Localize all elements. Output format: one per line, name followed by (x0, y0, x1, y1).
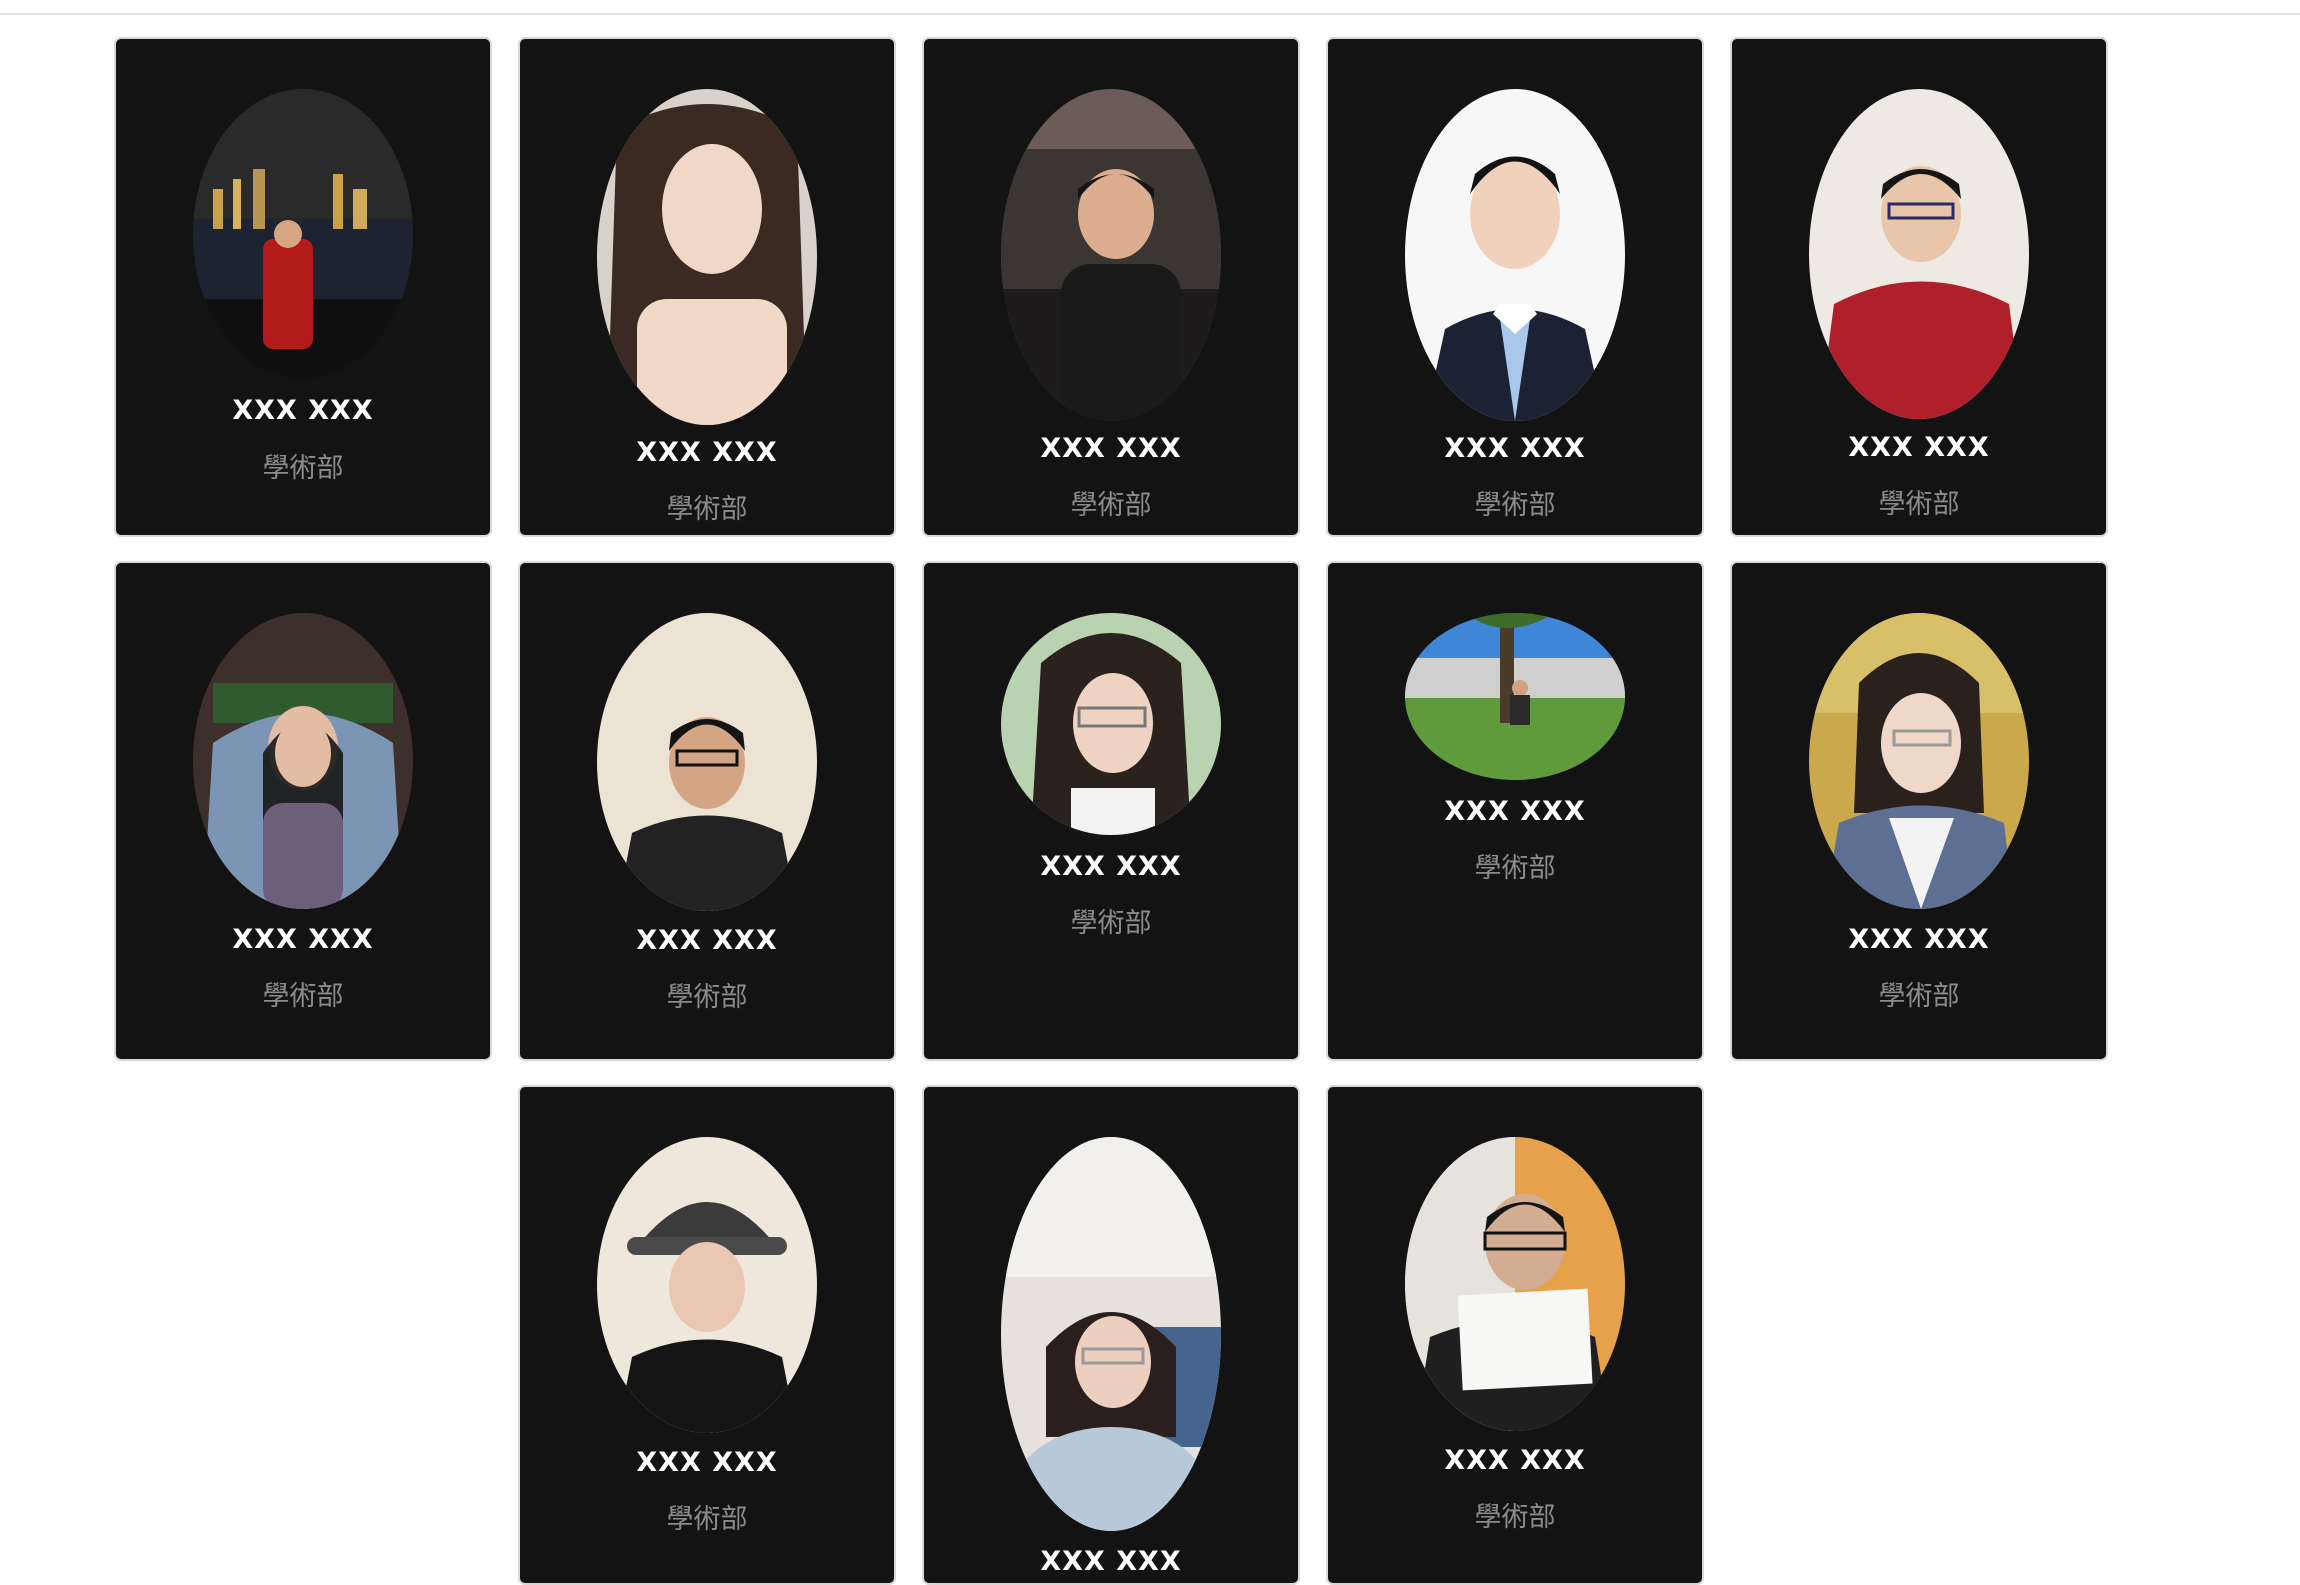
member-name: XXX XXX (1444, 433, 1586, 464)
member-dept: 學術部 (1878, 981, 1960, 1012)
member-dept: 學術部 (666, 1504, 748, 1535)
member-photo-boy-holding-card (1405, 1137, 1625, 1431)
member-photo-girl-blue-chair (193, 613, 413, 909)
member-photo-girl-flowers (1001, 1137, 1221, 1531)
member-grid: XXX XXX 學術部 XXX XXX 學術部 XXX XXX 學術部 XXX … (0, 0, 2300, 1585)
member-photo-city-night (193, 89, 413, 379)
member-dept: 學術部 (1070, 908, 1152, 939)
member-card[interactable]: XXX XXX (922, 1085, 1300, 1585)
member-name: XXX XXX (1848, 924, 1990, 955)
member-photo-girl-glasses-green (1001, 613, 1221, 835)
member-photo-girl-autumn (1809, 613, 2029, 909)
member-dept: 學術部 (262, 981, 344, 1012)
member-dept: 學術部 (262, 453, 344, 484)
member-dept: 學術部 (1070, 490, 1152, 521)
member-card[interactable]: XXX XXX 學術部 (922, 37, 1300, 537)
member-name: XXX XXX (1040, 851, 1182, 882)
member-name: XXX XXX (1040, 1546, 1182, 1577)
member-card[interactable]: XXX XXX 學術部 (922, 561, 1300, 1061)
member-card[interactable]: XXX XXX 學術部 (518, 561, 896, 1061)
member-card[interactable]: XXX XXX 學術部 (1326, 561, 1704, 1061)
member-card[interactable]: XXX XXX 學術部 (114, 561, 492, 1061)
member-photo-girl-long-hair (597, 89, 817, 425)
member-name: XXX XXX (1848, 432, 1990, 463)
member-name: XXX XXX (232, 924, 374, 955)
member-name: XXX XXX (636, 925, 778, 956)
member-name: XXX XXX (636, 1447, 778, 1478)
member-card[interactable]: XXX XXX 學術部 (1730, 561, 2108, 1061)
member-photo-boy-red-hoodie (1809, 89, 2029, 419)
member-dept: 學術部 (666, 982, 748, 1013)
member-name: XXX XXX (1444, 1445, 1586, 1476)
member-dept: 學術部 (1474, 853, 1556, 884)
member-photo-boy-suit (1405, 89, 1625, 421)
member-name: XXX XXX (1040, 433, 1182, 464)
member-card[interactable]: XXX XXX 學術部 (1326, 1085, 1704, 1585)
member-photo-girl-bucket-hat (597, 1137, 817, 1433)
member-dept: 學術部 (1878, 489, 1960, 520)
member-card[interactable]: XXX XXX 學術部 (518, 37, 896, 537)
member-name: XXX XXX (1444, 796, 1586, 827)
member-card[interactable]: XXX XXX 學術部 (1730, 37, 2108, 537)
member-name: XXX XXX (636, 437, 778, 468)
member-card[interactable]: XXX XXX 學術部 (114, 37, 492, 537)
member-dept: 學術部 (666, 494, 748, 525)
member-photo-boy-glasses-jacket (597, 613, 817, 911)
member-dept: 學術部 (1474, 490, 1556, 521)
member-photo-boy-airport (1001, 89, 1221, 421)
member-photo-guitar-tree (1405, 613, 1625, 780)
member-card[interactable]: XXX XXX 學術部 (1326, 37, 1704, 537)
member-dept: 學術部 (1474, 1502, 1556, 1533)
member-card[interactable]: XXX XXX 學術部 (518, 1085, 896, 1585)
member-name: XXX XXX (232, 395, 374, 426)
